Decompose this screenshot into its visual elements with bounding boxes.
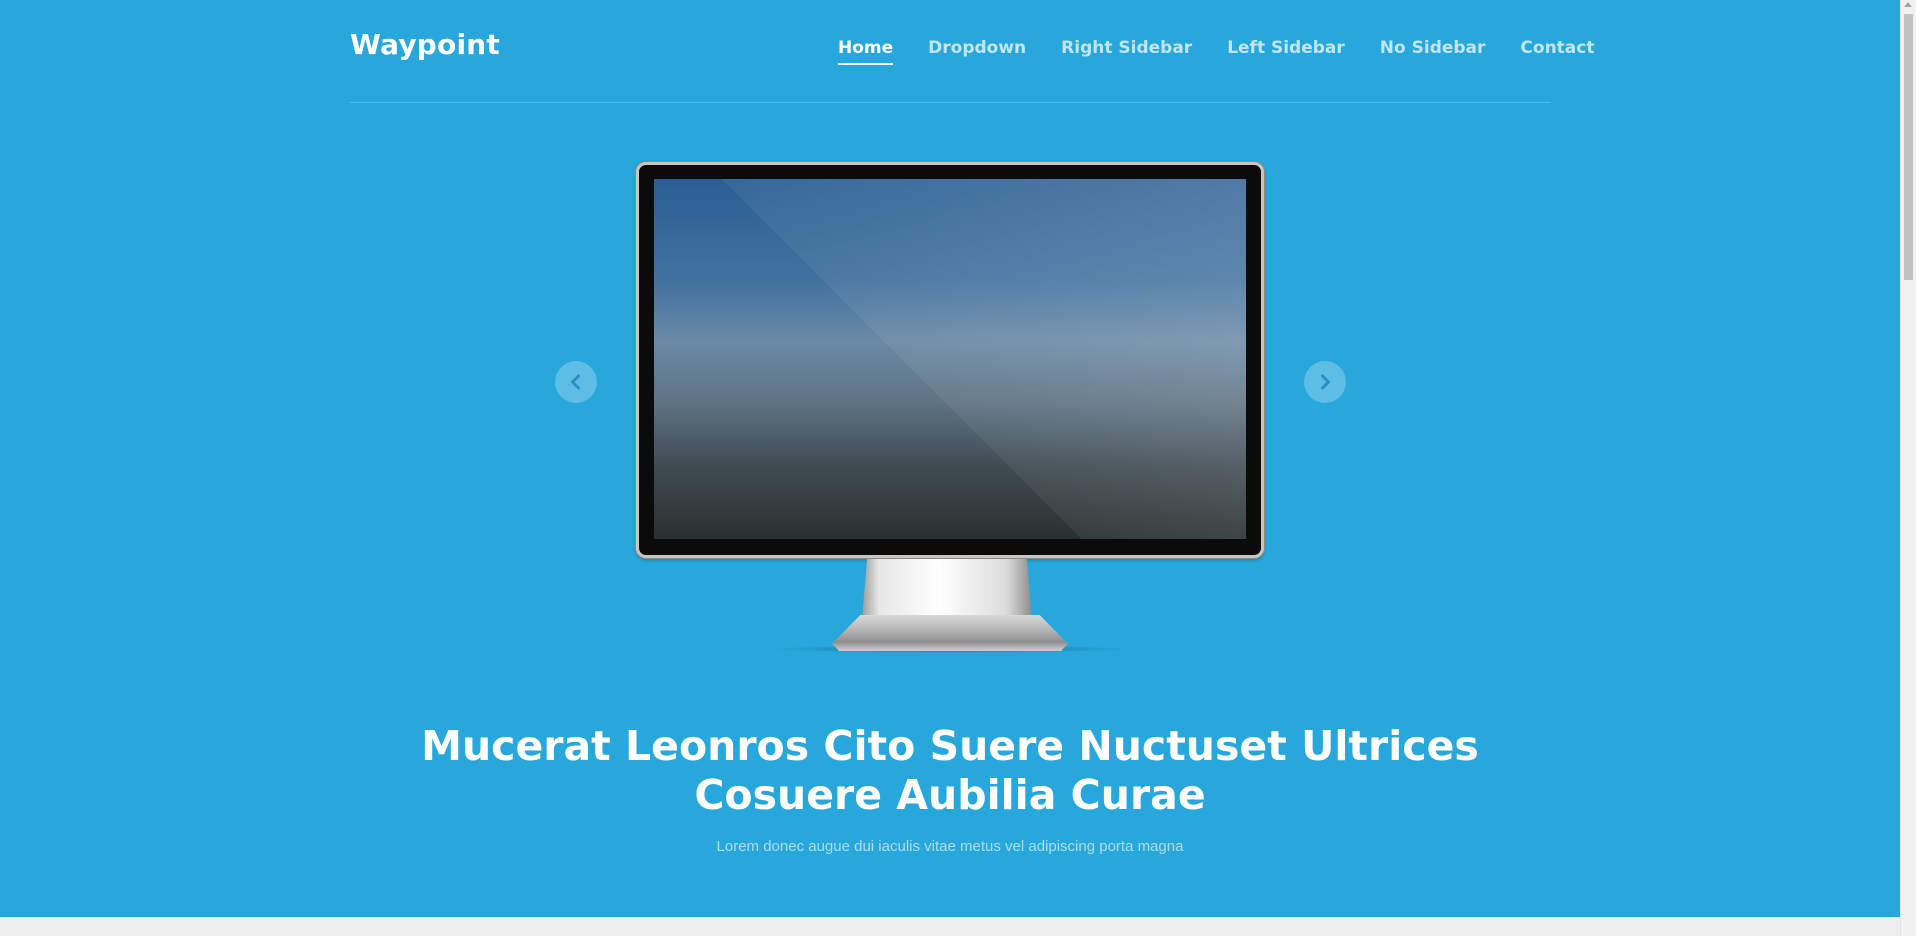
hero-title: Mucerat Leonros Cito Suere Nuctuset Ultr… [400, 722, 1500, 820]
nav-item-contact[interactable]: Contact [1520, 38, 1594, 64]
carousel-next-button[interactable] [1304, 361, 1346, 403]
monitor-image [636, 162, 1264, 558]
monitor-screen [654, 179, 1246, 539]
page-scrollbar[interactable] [1900, 0, 1916, 936]
nav-item-left-sidebar[interactable]: Left Sidebar [1227, 38, 1345, 64]
scrollbar-thumb[interactable] [1904, 14, 1913, 280]
site-logo[interactable]: Waypoint [350, 28, 500, 61]
hero-subtitle: Lorem donec augue dui iaculis vitae metu… [716, 838, 1184, 855]
monitor-stand [862, 559, 1032, 619]
hero-title-line-2: Cosuere Aubilia Curae [694, 771, 1206, 819]
content-area-top [0, 917, 1900, 936]
chevron-right-icon [1321, 374, 1330, 390]
hero-title-line-1: Mucerat Leonros Cito Suere Nuctuset Ultr… [421, 722, 1479, 770]
nav-item-home[interactable]: Home [838, 38, 894, 65]
scroll-up-arrow-icon[interactable] [1904, 2, 1912, 7]
carousel-prev-button[interactable] [555, 361, 597, 403]
hero-section: Waypoint Home Dropdown Right Sidebar Lef… [0, 0, 1900, 917]
chevron-left-icon [571, 374, 580, 390]
nav-item-right-sidebar[interactable]: Right Sidebar [1061, 38, 1192, 64]
nav-item-dropdown[interactable]: Dropdown [928, 38, 1026, 64]
main-nav: Home Dropdown Right Sidebar Left Sidebar… [838, 38, 1594, 65]
monitor-base [832, 615, 1068, 651]
nav-item-no-sidebar[interactable]: No Sidebar [1380, 38, 1486, 64]
header-divider [350, 102, 1551, 103]
